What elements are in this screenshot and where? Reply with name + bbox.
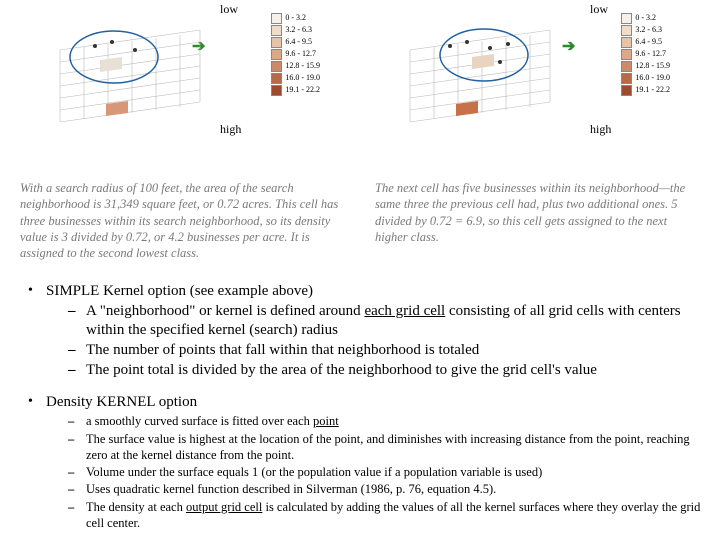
- list-item: –Volume under the surface equals 1 (or t…: [46, 464, 706, 480]
- swatch-icon: [271, 13, 282, 24]
- label-high-left: high: [220, 122, 241, 137]
- legend-text: 16.0 - 19.0: [635, 72, 670, 84]
- dash-icon: –: [68, 302, 86, 340]
- figure-left: low ➔ 0 - 3.23.2 - 6.36.4 - 9.59.6 - 12.…: [20, 2, 350, 150]
- label-low-right: low: [590, 2, 608, 17]
- simple-list: –A "neighborhood" or kernel is defined a…: [46, 302, 706, 379]
- dash-icon: –: [68, 413, 86, 429]
- legend-row: 19.1 - 22.2: [271, 84, 320, 96]
- dash-icon: –: [68, 499, 86, 532]
- legend-text: 3.2 - 6.3: [285, 24, 312, 36]
- list-item: –The number of points that fall within t…: [46, 341, 706, 360]
- list-item-text: Uses quadratic kernel function described…: [86, 481, 706, 497]
- label-low-left: low: [220, 2, 238, 17]
- swatch-icon: [271, 49, 282, 60]
- legend-text: 12.8 - 15.9: [285, 60, 320, 72]
- legend-text: 12.8 - 15.9: [635, 60, 670, 72]
- list-item: –The surface value is highest at the loc…: [46, 431, 706, 464]
- list-item-text: The number of points that fall within th…: [86, 341, 706, 360]
- content: • SIMPLE Kernel option (see example abov…: [0, 271, 720, 532]
- legend-text: 0 - 3.2: [635, 12, 656, 24]
- density-kernel-section: • Density KERNEL option –a smoothly curv…: [28, 394, 706, 532]
- swatch-icon: [621, 13, 632, 24]
- legend-text: 9.6 - 12.7: [635, 48, 666, 60]
- dash-icon: –: [68, 341, 86, 360]
- legend-row: 16.0 - 19.0: [621, 72, 670, 84]
- grid-right: [400, 22, 570, 132]
- legend-row: 0 - 3.2: [271, 12, 320, 24]
- list-item: –The density at each output grid cell is…: [46, 499, 706, 532]
- density-list: –a smoothly curved surface is fitted ove…: [46, 413, 706, 531]
- legend-text: 6.4 - 9.5: [635, 36, 662, 48]
- swatch-icon: [621, 25, 632, 36]
- legend-row: 16.0 - 19.0: [271, 72, 320, 84]
- list-item: –A "neighborhood" or kernel is defined a…: [46, 302, 706, 340]
- swatch-icon: [621, 49, 632, 60]
- legend-row: 12.8 - 15.9: [621, 60, 670, 72]
- grid-left: [50, 22, 220, 132]
- list-item: –The point total is divided by the area …: [46, 361, 706, 380]
- list-item-text: The density at each output grid cell is …: [86, 499, 706, 532]
- legend-row: 3.2 - 6.3: [621, 24, 670, 36]
- list-item-text: Volume under the surface equals 1 (or th…: [86, 464, 706, 480]
- legend-row: 19.1 - 22.2: [621, 84, 670, 96]
- simple-title: SIMPLE Kernel option (see example above): [46, 283, 706, 300]
- dash-icon: –: [68, 481, 86, 497]
- legend-row: 0 - 3.2: [621, 12, 670, 24]
- simple-kernel-section: • SIMPLE Kernel option (see example abov…: [28, 283, 706, 380]
- swatch-icon: [271, 85, 282, 96]
- swatch-icon: [621, 37, 632, 48]
- legend-row: 3.2 - 6.3: [271, 24, 320, 36]
- list-item-text: The point total is divided by the area o…: [86, 361, 706, 380]
- legend-text: 6.4 - 9.5: [285, 36, 312, 48]
- bullet-icon: •: [28, 283, 46, 380]
- legend-text: 3.2 - 6.3: [635, 24, 662, 36]
- legend-right: 0 - 3.23.2 - 6.36.4 - 9.59.6 - 12.712.8 …: [621, 12, 670, 96]
- dash-icon: –: [68, 361, 86, 380]
- swatch-icon: [271, 25, 282, 36]
- legend-row: 6.4 - 9.5: [621, 36, 670, 48]
- swatch-icon: [271, 61, 282, 72]
- caption-row: With a search radius of 100 feet, the ar…: [0, 150, 720, 271]
- legend-text: 19.1 - 22.2: [635, 84, 670, 96]
- caption-right: The next cell has five businesses within…: [375, 180, 700, 261]
- legend-row: 6.4 - 9.5: [271, 36, 320, 48]
- bullet-icon: •: [28, 394, 46, 532]
- swatch-icon: [621, 73, 632, 84]
- swatch-icon: [271, 73, 282, 84]
- swatch-icon: [621, 61, 632, 72]
- swatch-icon: [621, 85, 632, 96]
- legend-text: 0 - 3.2: [285, 12, 306, 24]
- list-item: –a smoothly curved surface is fitted ove…: [46, 413, 706, 429]
- dash-icon: –: [68, 464, 86, 480]
- legend-row: 9.6 - 12.7: [621, 48, 670, 60]
- list-item-text: a smoothly curved surface is fitted over…: [86, 413, 706, 429]
- list-item-text: A "neighborhood" or kernel is defined ar…: [86, 302, 706, 340]
- dash-icon: –: [68, 431, 86, 464]
- swatch-icon: [271, 37, 282, 48]
- caption-left: With a search radius of 100 feet, the ar…: [20, 180, 345, 261]
- legend-row: 9.6 - 12.7: [271, 48, 320, 60]
- figure-row: low ➔ 0 - 3.23.2 - 6.36.4 - 9.59.6 - 12.…: [0, 0, 720, 150]
- legend-text: 19.1 - 22.2: [285, 84, 320, 96]
- legend-text: 16.0 - 19.0: [285, 72, 320, 84]
- figure-right: low ➔ 0 - 3.23.2 - 6.36.4 - 9.59.6 - 12.…: [370, 2, 700, 150]
- list-item-text: The surface value is highest at the loca…: [86, 431, 706, 464]
- list-item: –Uses quadratic kernel function describe…: [46, 481, 706, 497]
- legend-text: 9.6 - 12.7: [285, 48, 316, 60]
- label-high-right: high: [590, 122, 611, 137]
- density-title: Density KERNEL option: [46, 394, 706, 411]
- legend-left: 0 - 3.23.2 - 6.36.4 - 9.59.6 - 12.712.8 …: [271, 12, 320, 96]
- legend-row: 12.8 - 15.9: [271, 60, 320, 72]
